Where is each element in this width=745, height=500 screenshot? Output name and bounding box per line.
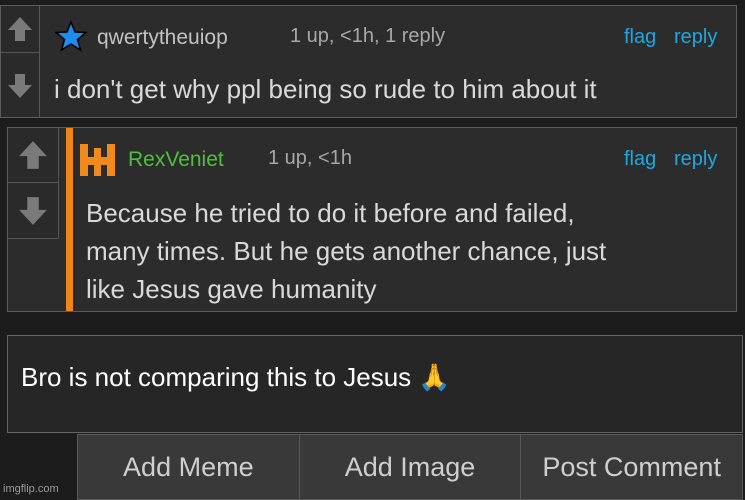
comment-rexveniet: RexVeniet 1 up, <1h flag reply Because h… xyxy=(7,127,737,312)
downvote-button[interactable] xyxy=(1,63,39,109)
reply-input-text: Bro is not comparing this to Jesus 🙏 xyxy=(21,362,451,393)
flag-link[interactable]: flag xyxy=(624,148,656,171)
arrow-down-icon xyxy=(19,197,47,225)
add-meme-button[interactable]: Add Meme xyxy=(78,435,300,499)
comment-line: Because he tried to do it before and fai… xyxy=(86,198,575,228)
reply-input[interactable]: Bro is not comparing this to Jesus 🙏 xyxy=(7,335,743,433)
reply-link[interactable]: reply xyxy=(674,26,717,49)
comment-line: like Jesus gave humanity xyxy=(86,274,377,304)
praying-hands-icon: 🙏 xyxy=(418,362,451,392)
star-badge-icon xyxy=(55,20,87,52)
reply-text-content: Bro is not comparing this to Jesus xyxy=(21,362,412,392)
post-comment-button[interactable]: Post Comment xyxy=(521,435,742,499)
comment-qwertytheuiop: qwertytheuiop 1 up, <1h, 1 reply flag re… xyxy=(0,5,737,118)
flag-link[interactable]: flag xyxy=(624,26,656,49)
comment-text: i don't get why ppl being so rude to him… xyxy=(54,74,597,104)
reply-thread-indicator xyxy=(66,128,73,311)
username[interactable]: qwertytheuiop xyxy=(97,26,228,50)
upvote-button[interactable] xyxy=(8,128,58,183)
castle-badge-icon xyxy=(80,144,115,176)
watermark: imgflip.com xyxy=(3,483,59,495)
vote-column xyxy=(1,6,40,117)
downvote-button[interactable] xyxy=(8,184,58,238)
vote-column xyxy=(8,128,59,239)
username[interactable]: RexVeniet xyxy=(128,148,224,172)
add-image-button[interactable]: Add Image xyxy=(300,435,522,499)
arrow-down-icon xyxy=(8,74,32,98)
comment-meta: 1 up, <1h, 1 reply xyxy=(290,25,446,47)
upvote-button[interactable] xyxy=(1,6,39,53)
comment-line: many times. But he gets another chance, … xyxy=(86,236,607,266)
comment-actions: Add Meme Add Image Post Comment xyxy=(77,434,743,500)
arrow-up-icon xyxy=(19,141,47,169)
comment-meta: 1 up, <1h xyxy=(268,147,352,169)
comment-text: Because he tried to do it before and fai… xyxy=(86,194,606,308)
arrow-up-icon xyxy=(8,17,32,41)
reply-link[interactable]: reply xyxy=(674,148,717,171)
